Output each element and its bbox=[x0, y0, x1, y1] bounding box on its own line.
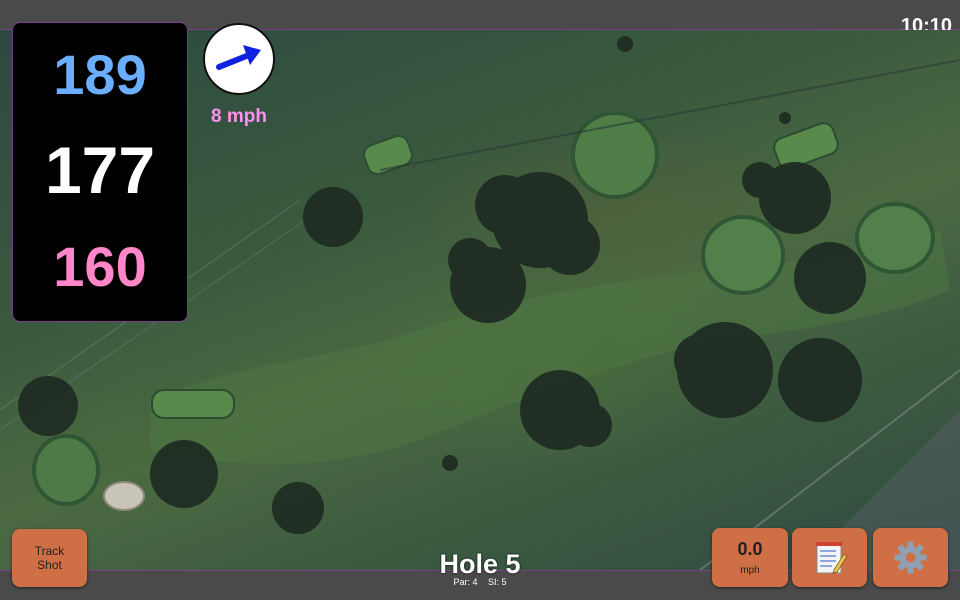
track-shot-button[interactable]: Track Shot bbox=[12, 529, 87, 587]
hole-title: Hole 5 bbox=[439, 549, 521, 579]
wind-speed: 8 mph bbox=[211, 106, 267, 127]
wind-indicator bbox=[203, 23, 275, 95]
settings-button[interactable] bbox=[873, 528, 948, 587]
speed-value: 0.0 bbox=[737, 539, 763, 559]
front-distance: 160 bbox=[53, 235, 147, 298]
back-distance: 189 bbox=[53, 43, 147, 106]
notepad-icon bbox=[816, 542, 848, 574]
track-shot-label: Track Shot bbox=[12, 544, 87, 572]
par-text: Par: 4 bbox=[453, 577, 478, 587]
gear-icon bbox=[894, 541, 927, 574]
stroke-index-text: SI: 5 bbox=[488, 577, 507, 587]
track-shot-label-line2: Shot bbox=[37, 558, 62, 572]
distance-panel: 189 177 160 bbox=[12, 22, 188, 322]
track-shot-label-line1: Track bbox=[34, 544, 65, 558]
middle-distance: 177 bbox=[44, 133, 156, 207]
speed-unit: mph bbox=[740, 565, 760, 576]
wind-arrow-icon bbox=[216, 45, 261, 70]
notes-button[interactable] bbox=[792, 528, 867, 587]
hole-info: Par: 4 SI: 5 bbox=[420, 577, 540, 587]
speed-button[interactable]: 0.0 mph bbox=[712, 528, 788, 587]
